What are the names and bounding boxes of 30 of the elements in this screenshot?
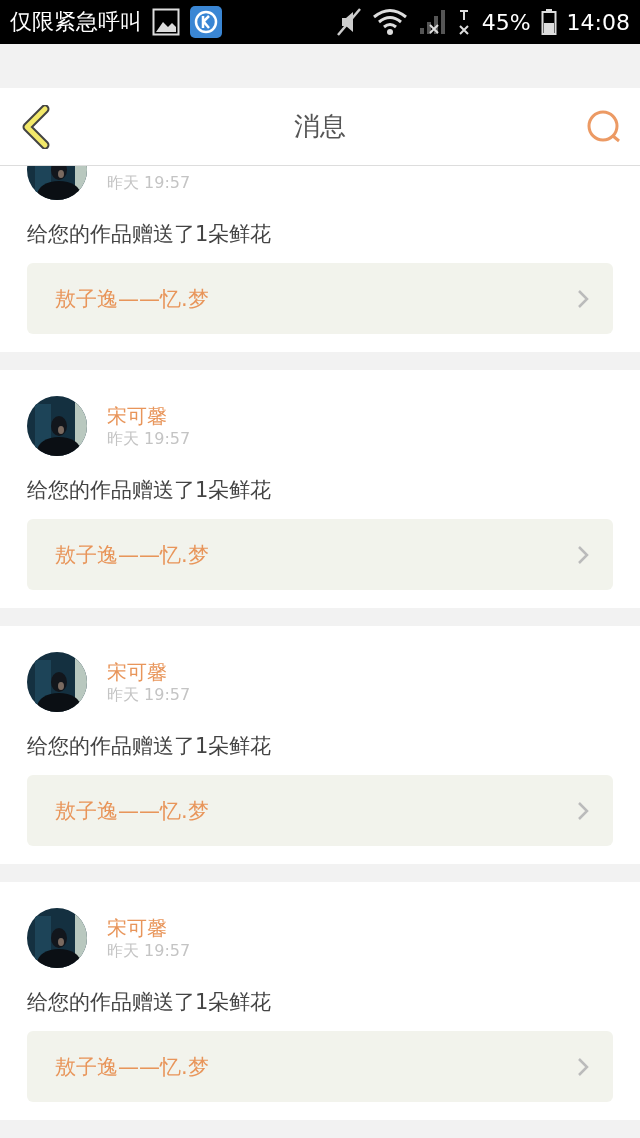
battery-text: 45% bbox=[481, 9, 531, 35]
sender-name: 宋可馨 bbox=[107, 914, 168, 939]
clock-text: 14:08 bbox=[566, 9, 630, 35]
message-text: 给您的作品赠送了1朵鲜花 bbox=[27, 221, 273, 248]
sender-name: 宋可馨 bbox=[107, 658, 168, 683]
wifi-icon bbox=[371, 8, 408, 36]
message-text: 给您的作品赠送了1朵鲜花 bbox=[27, 477, 273, 504]
work-link[interactable]: 敖子逸——忆.梦 bbox=[27, 263, 613, 334]
chevron-icon bbox=[577, 288, 589, 309]
page-title: 消息 bbox=[293, 110, 347, 143]
mute-icon bbox=[335, 7, 362, 37]
chevron-icon bbox=[577, 544, 589, 565]
message-time: 昨天 19:57 bbox=[107, 428, 191, 450]
chevron-icon bbox=[577, 1056, 589, 1077]
message-text: 给您的作品赠送了1朵鲜花 bbox=[27, 989, 273, 1016]
message-time: 昨天 19:57 bbox=[107, 684, 191, 706]
battery-icon bbox=[540, 8, 557, 36]
work-link[interactable]: 敖子逸——忆.梦 bbox=[27, 519, 613, 590]
status-text: 仅限紧急呼叫 bbox=[10, 8, 142, 36]
work-link[interactable]: 敖子逸——忆.梦 bbox=[27, 775, 613, 846]
work-link[interactable]: 敖子逸——忆.梦 bbox=[27, 1031, 613, 1102]
sender-name: 宋可馨 bbox=[107, 402, 168, 427]
sim-icon bbox=[457, 8, 472, 36]
signal-icon bbox=[417, 8, 448, 36]
message-time: 昨天 19:57 bbox=[107, 172, 191, 194]
image-icon bbox=[152, 8, 180, 36]
app-icon bbox=[190, 6, 222, 38]
chevron-icon bbox=[577, 800, 589, 821]
message-time: 昨天 19:57 bbox=[107, 940, 191, 962]
message-text: 给您的作品赠送了1朵鲜花 bbox=[27, 733, 273, 760]
